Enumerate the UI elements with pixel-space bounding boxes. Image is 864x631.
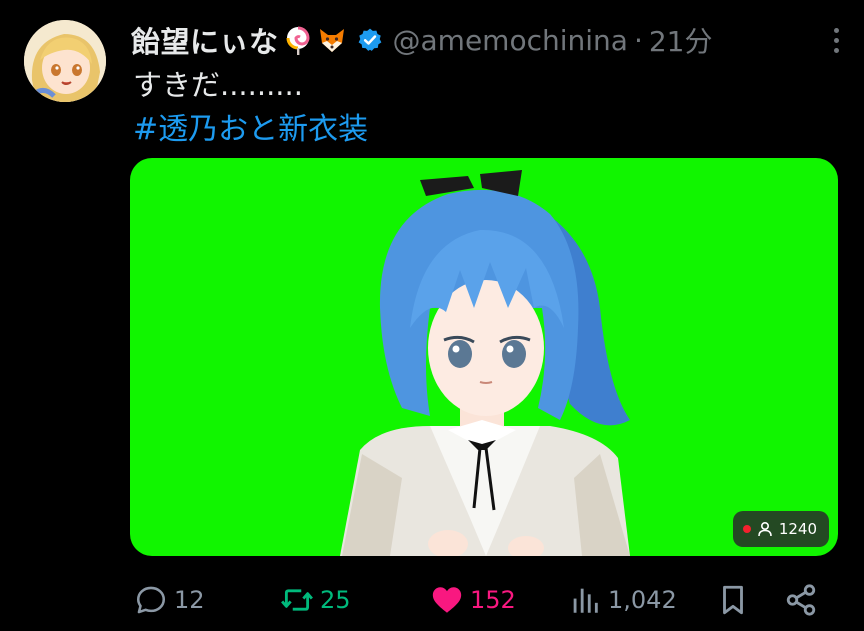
retweet-icon: [281, 589, 313, 611]
more-options-icon[interactable]: [828, 22, 844, 58]
tweet-timestamp[interactable]: 21分: [649, 20, 713, 60]
tweet-hashtag-link[interactable]: #透乃おと新衣装: [133, 104, 368, 148]
live-indicator-dot: [742, 525, 751, 533]
retweet-button[interactable]: 25: [280, 578, 351, 622]
like-button[interactable]: 152: [430, 578, 516, 622]
verified-badge-icon: [358, 28, 381, 51]
user-icon: [758, 521, 772, 537]
tweet-header: 飴望にぃな @amemochinina · 21分: [131, 18, 844, 62]
tweet-media-video[interactable]: 1240: [130, 158, 838, 556]
author-display-name[interactable]: 飴望にぃな: [131, 19, 279, 61]
bookmark-button[interactable]: [716, 578, 750, 622]
tweet-action-bar: 12 25 152 1,042: [130, 578, 838, 622]
avatar-image: [24, 20, 106, 102]
view-count: 1,042: [608, 586, 677, 614]
author-handle[interactable]: @amemochinina: [393, 24, 628, 57]
views-button[interactable]: 1,042: [568, 578, 677, 622]
header-separator: ·: [633, 23, 643, 57]
viewer-count: 1240: [778, 520, 817, 538]
retweet-count: 25: [320, 586, 351, 614]
bar-chart-icon: [573, 588, 598, 613]
live-viewer-badge: 1240: [732, 511, 829, 547]
heart-icon: [432, 587, 462, 613]
reply-count: 12: [174, 586, 205, 614]
author-avatar[interactable]: [24, 20, 106, 102]
fox-icon: [319, 29, 344, 52]
reply-icon: [136, 586, 166, 614]
share-icon: [786, 584, 816, 616]
lollipop-icon: [286, 26, 310, 55]
tweet-text: すきだ.........: [133, 68, 303, 102]
bookmark-icon: [723, 585, 743, 615]
share-button[interactable]: [784, 578, 818, 622]
reply-button[interactable]: 12: [134, 578, 205, 622]
vtuber-character-image: [340, 170, 630, 556]
like-count: 152: [470, 586, 516, 614]
